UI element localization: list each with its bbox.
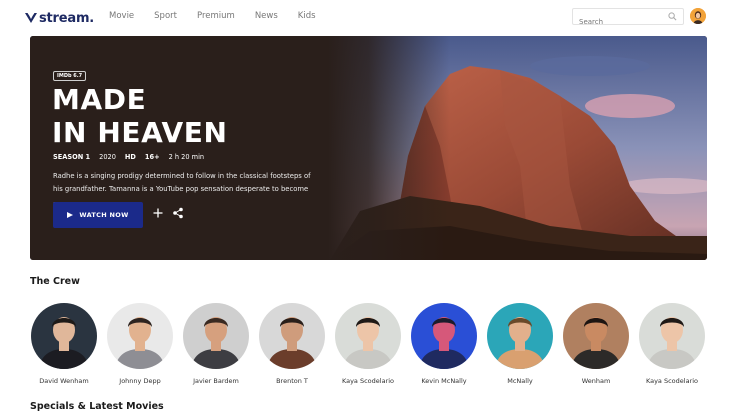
crew-portrait-image (639, 303, 705, 369)
crew-portrait-image (335, 303, 401, 369)
nav-item-kids[interactable]: Kids (298, 11, 316, 21)
crew-member-name: Kevin McNally (421, 377, 467, 385)
crew-member[interactable]: Kaya Scodelario (638, 303, 706, 385)
search-box (572, 8, 684, 29)
hero-title-line-2: IN HEAVEN (52, 116, 228, 149)
crew-avatar (411, 303, 477, 369)
crew-member-name: Kaya Scodelario (341, 377, 395, 385)
nav-item-premium[interactable]: Premium (197, 11, 235, 21)
season-label: SEASON 1 (53, 153, 91, 161)
nav-item-news[interactable]: News (255, 11, 278, 21)
crew-member[interactable]: McNally (486, 303, 554, 385)
crew-portrait-image (411, 303, 477, 369)
hero-meta: SEASON 1 2020 HD 16+ 2 h 20 min (53, 153, 213, 161)
crew-avatar (259, 303, 325, 369)
crew-member-name: Brenton T (276, 377, 308, 385)
search-input[interactable] (579, 15, 664, 29)
crew-avatar (639, 303, 705, 369)
specials-section-title: Specials & Latest Movies (30, 401, 164, 412)
brand-name: stream. (39, 10, 95, 26)
main-nav: Movie Sport Premium News Kids (109, 11, 336, 21)
crew-avatar (31, 303, 97, 369)
crew-member[interactable]: Javier Bardem (182, 303, 250, 385)
crew-member-name: Johnny Depp (119, 377, 161, 385)
user-avatar[interactable] (690, 8, 706, 24)
brand-logo-icon (25, 12, 37, 23)
brand-logo[interactable]: stream. (24, 9, 94, 27)
crew-section-title: The Crew (30, 276, 80, 287)
watch-now-label: WATCH NOW (79, 211, 129, 219)
duration-label: 2 h 20 min (168, 153, 205, 161)
crew-member[interactable]: Johnny Depp (106, 303, 174, 385)
crew-member[interactable]: Kaya Scodelario (334, 303, 402, 385)
share-icon[interactable] (172, 207, 184, 219)
watch-now-button[interactable]: WATCH NOW (53, 202, 143, 228)
user-avatar-icon (690, 8, 706, 24)
nav-item-movie[interactable]: Movie (109, 11, 134, 21)
hero-banner: IMDb 6.7 MADE IN HEAVEN SEASON 1 2020 HD… (30, 36, 707, 260)
crew-portrait-image (107, 303, 173, 369)
crew-avatar (487, 303, 553, 369)
top-nav-bar: stream. Movie Sport Premium News Kids (0, 0, 737, 36)
crew-member[interactable]: David Wenham (30, 303, 98, 385)
crew-member[interactable]: Brenton T (258, 303, 326, 385)
age-rating: 16+ (144, 153, 160, 161)
hero-title: MADE IN HEAVEN (52, 83, 228, 149)
crew-portrait-image (259, 303, 325, 369)
search-icon[interactable] (668, 12, 677, 21)
add-to-list-icon[interactable] (151, 206, 165, 220)
quality-badge: HD (124, 153, 136, 161)
crew-portrait-image (563, 303, 629, 369)
crew-portrait-image (183, 303, 249, 369)
crew-avatar (107, 303, 173, 369)
crew-member-name: Wenham (581, 377, 611, 385)
crew-member-name: David Wenham (39, 377, 89, 385)
crew-avatar (183, 303, 249, 369)
crew-member-name: Javier Bardem (193, 377, 239, 385)
year-label: 2020 (99, 153, 116, 161)
crew-member[interactable]: Wenham (562, 303, 630, 385)
crew-member-name: Kaya Scodelario (645, 377, 699, 385)
hero-title-line-1: MADE (52, 83, 147, 116)
rating-badge: IMDb 6.7 (53, 71, 87, 81)
crew-avatar (335, 303, 401, 369)
crew-portrait-image (31, 303, 97, 369)
crew-list: David Wenham Johnny Depp Javier Bardem Bren… (30, 303, 710, 389)
play-icon (67, 212, 74, 218)
crew-avatar (563, 303, 629, 369)
nav-item-sport[interactable]: Sport (154, 11, 177, 21)
crew-member-name: McNally (507, 377, 533, 385)
crew-portrait-image (487, 303, 553, 369)
crew-member[interactable]: Kevin McNally (410, 303, 478, 385)
